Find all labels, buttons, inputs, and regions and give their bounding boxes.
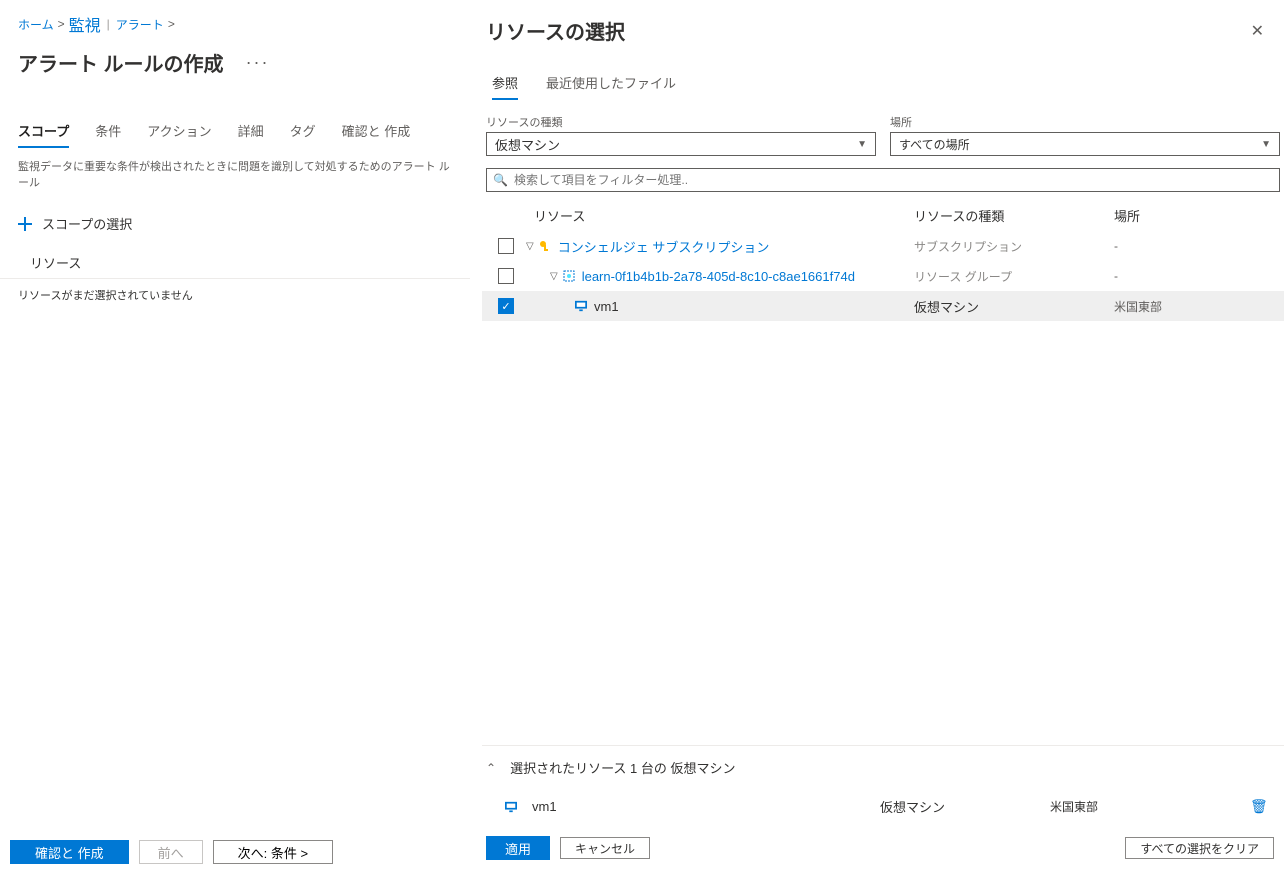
vm-icon: [504, 800, 518, 814]
tab-details[interactable]: 詳細: [238, 121, 264, 146]
resource-type: サブスクリプション: [914, 238, 1114, 255]
next-button[interactable]: 次へ: 条件 >: [213, 840, 333, 864]
selected-resource-name: vm1: [532, 799, 557, 814]
tab-review[interactable]: 確認と 作成: [342, 121, 411, 146]
resource-row[interactable]: ▽ コンシェルジェ サブスクリプション サブスクリプション-: [482, 231, 1284, 261]
selected-resource-row: vm1 仮想マシン 米国東部 🗑: [482, 785, 1284, 828]
resource-tree: ▽ コンシェルジェ サブスクリプション サブスクリプション- ▽ learn-0f1b4…: [482, 231, 1284, 321]
review-create-button[interactable]: 確認と 作成: [10, 840, 129, 864]
chevron-right-icon: >: [58, 17, 65, 31]
resource-name[interactable]: コンシェルジェ サブスクリプション: [558, 237, 770, 256]
resource-location: -: [1114, 269, 1284, 283]
resource-checkbox[interactable]: [498, 268, 514, 284]
wizard-tabs: スコープ 条件 アクション 詳細 タグ 確認と 作成: [0, 91, 470, 148]
panel-tab-browse[interactable]: 参照: [492, 73, 518, 100]
breadcrumb-monitor[interactable]: 監視: [69, 12, 101, 36]
resource-type: 仮想マシン: [914, 297, 1114, 316]
more-menu-button[interactable]: ···: [246, 52, 270, 73]
resource-column-header: リソース: [0, 243, 470, 279]
selected-resource-type: 仮想マシン: [880, 797, 1050, 816]
resource-checkbox[interactable]: [498, 238, 514, 254]
divider-icon: |: [107, 17, 110, 31]
location-value: すべての場所: [899, 136, 970, 153]
clear-selection-button[interactable]: すべての選択をクリア: [1125, 837, 1274, 859]
panel-title: リソースの選択: [486, 16, 625, 45]
no-resource-message: リソースがまだ選択されていません: [0, 279, 470, 311]
chevron-down-icon: ▼: [857, 139, 867, 150]
resource-table-header: リソース リソースの種類 場所: [482, 200, 1284, 231]
search-icon: 🔍: [493, 173, 508, 187]
chevron-down-icon[interactable]: ▽: [526, 241, 534, 252]
key-icon: [538, 239, 552, 253]
resource-type-select[interactable]: 仮想マシン ▼: [486, 132, 876, 156]
tab-tags[interactable]: タグ: [290, 121, 316, 146]
chevron-up-icon[interactable]: ⌃: [486, 761, 496, 775]
col-location: 場所: [1114, 206, 1284, 225]
tab-condition[interactable]: 条件: [95, 121, 121, 146]
vm-icon: [574, 299, 588, 313]
selected-resource-loc: 米国東部: [1050, 798, 1250, 815]
col-type: リソースの種類: [914, 206, 1114, 225]
resource-name: vm1: [594, 299, 619, 314]
resource-type-label: リソースの種類: [486, 114, 876, 130]
tab-description: 監視データに重要な条件が検出されたときに問題を識別して対処するためのアラート ル…: [0, 148, 470, 198]
col-resource: リソース: [526, 206, 914, 225]
rg-icon: [562, 269, 576, 283]
location-select[interactable]: すべての場所 ▼: [890, 132, 1280, 156]
breadcrumb: ホーム > 監視 | アラート >: [0, 8, 470, 40]
resource-location: -: [1114, 239, 1284, 253]
chevron-down-icon: ▼: [1261, 139, 1271, 150]
select-scope-label: スコープの選択: [42, 214, 132, 233]
plus-icon: [18, 217, 32, 231]
apply-button[interactable]: 適用: [486, 836, 550, 860]
panel-tab-recent[interactable]: 最近使用したファイル: [546, 73, 676, 100]
select-resource-panel: リソースの選択 ✕ 参照 最近使用したファイル リソースの種類 仮想マシン ▼ …: [482, 0, 1284, 870]
close-icon[interactable]: ✕: [1245, 17, 1270, 45]
resource-row[interactable]: ✓ vm1 仮想マシン米国東部: [482, 291, 1284, 321]
resource-search-input[interactable]: [514, 173, 1273, 187]
resource-search-box[interactable]: 🔍: [486, 168, 1280, 192]
resource-location: 米国東部: [1114, 298, 1284, 315]
breadcrumb-home[interactable]: ホーム: [18, 16, 54, 33]
tab-actions[interactable]: アクション: [147, 121, 211, 146]
chevron-down-icon[interactable]: ▽: [550, 271, 558, 282]
location-label: 場所: [890, 114, 1280, 130]
wizard-footer: 確認と 作成 前へ 次へ: 条件 >: [10, 840, 333, 864]
breadcrumb-alerts[interactable]: アラート: [116, 16, 164, 33]
selected-summary: 選択されたリソース 1 台の 仮想マシン: [510, 758, 735, 777]
resource-type: リソース グループ: [914, 268, 1114, 285]
resource-row[interactable]: ▽ learn-0f1b4b1b-2a78-405d-8c10-c8ae1661f…: [482, 261, 1284, 291]
chevron-right-icon: >: [168, 17, 175, 31]
prev-button[interactable]: 前へ: [139, 840, 203, 864]
cancel-button[interactable]: キャンセル: [560, 837, 650, 859]
resource-checkbox[interactable]: ✓: [498, 298, 514, 314]
tab-scope[interactable]: スコープ: [18, 121, 69, 148]
select-scope-button[interactable]: スコープの選択: [0, 198, 470, 243]
resource-name[interactable]: learn-0f1b4b1b-2a78-405d-8c10-c8ae1661f7…: [582, 269, 855, 284]
delete-icon[interactable]: 🗑: [1250, 798, 1274, 815]
page-title: アラート ルールの作成: [18, 48, 224, 77]
resource-type-value: 仮想マシン: [495, 135, 560, 154]
